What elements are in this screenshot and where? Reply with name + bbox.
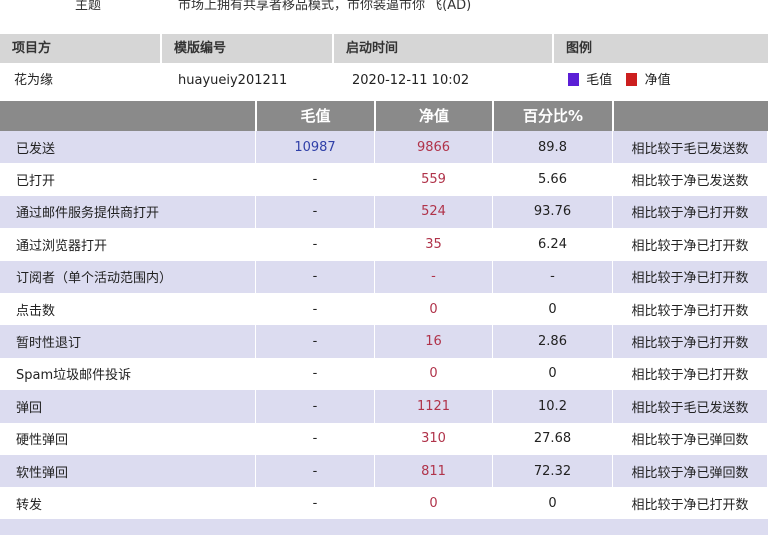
row-name: 转发	[0, 487, 256, 520]
header-template: 模版编号	[162, 34, 332, 63]
row-net: 1121	[375, 390, 493, 423]
row-note: 相比较于净已打开数	[613, 195, 768, 229]
row-net: 310	[375, 422, 493, 455]
legend-gross-label: 毛值	[586, 73, 613, 88]
row-gross: -	[256, 228, 375, 261]
row-percent: 6.24	[493, 228, 613, 261]
header-start-time: 启动时间	[334, 34, 552, 63]
row-note: 相比较于净已打开数	[613, 228, 768, 261]
row-percent: 10.2	[493, 390, 613, 423]
row-note: 相比较于净已打开数	[613, 325, 768, 358]
row-net: -	[375, 260, 493, 293]
table-row: 通过邮件服务提供商打开 -524 93.76 相比较于净已打开数	[0, 195, 768, 229]
row-percent: 0	[493, 357, 613, 391]
project-name: 花为缘	[14, 73, 54, 88]
row-note: 相比较于毛已发送数	[613, 390, 768, 423]
header-gross: 毛值	[257, 101, 374, 131]
row-percent: 5.66	[493, 163, 613, 196]
row-note: 相比较于净已发送数	[613, 163, 768, 196]
row-net: 811	[375, 455, 493, 488]
row-net: 9866	[375, 131, 493, 164]
row-name: 弹回	[0, 390, 256, 423]
subject-value: 市场上拥有共享者移品模式，市你装逼市你 飞(AD)	[178, 0, 472, 13]
row-net: 0	[375, 487, 493, 520]
row-name: 已打开	[0, 163, 256, 196]
row-note: 相比较于净已打开数	[613, 487, 768, 520]
table-row: 订阅者（单个活动范围内） - - - 相比较于净已打开数	[0, 260, 768, 293]
row-gross: 10987	[256, 131, 375, 164]
row-net: 0	[375, 293, 493, 326]
header-project: 项目方	[0, 34, 160, 63]
row-gross: -	[256, 260, 375, 293]
row-name: 暂时性退订	[0, 325, 256, 358]
row-gross: -	[256, 195, 375, 229]
row-gross: -	[256, 325, 375, 358]
row-gross: -	[256, 422, 375, 455]
template-id: huayueiy201211	[178, 73, 288, 88]
row-percent: 0	[493, 487, 613, 520]
row-name: 点击数	[0, 293, 256, 326]
table-row: 已发送 10987 9866 89.8 相比较于毛已发送数	[0, 131, 768, 164]
row-percent: 2.86	[493, 325, 613, 358]
table-row: 已打开 -559 5.66 相比较于净已发送数	[0, 163, 768, 196]
header-percent: 百分比%	[494, 101, 612, 131]
subject-label: 主题	[75, 0, 102, 13]
row-name: 订阅者（单个活动范围内）	[0, 260, 256, 293]
legend-gross-swatch	[568, 73, 579, 86]
campaign-header: 项目方 模版编号 启动时间 图例	[0, 34, 768, 63]
row-name: 硬性弹回	[0, 422, 256, 455]
row-percent: 93.76	[493, 195, 613, 229]
table-row: 弹回 -1121 10.2 相比较于毛已发送数	[0, 390, 768, 423]
start-time: 2020-12-11 10:02	[352, 73, 470, 88]
table-footer-strip	[0, 519, 768, 535]
row-net: 16	[375, 325, 493, 358]
table-row: 点击数 -0 0 相比较于净已打开数	[0, 293, 768, 326]
table-row: 暂时性退订 -16 2.86 相比较于净已打开数	[0, 325, 768, 358]
row-gross: -	[256, 390, 375, 423]
row-net: 0	[375, 357, 493, 391]
table-row: 转发 -0 0 相比较于净已打开数	[0, 487, 768, 520]
row-percent: 89.8	[493, 131, 613, 164]
table-row: 硬性弹回 -310 27.68 相比较于净已弹回数	[0, 422, 768, 455]
row-percent: 0	[493, 293, 613, 326]
legend: 毛值 净值	[554, 63, 768, 101]
row-percent: 72.32	[493, 455, 613, 488]
row-note: 相比较于净已弹回数	[613, 422, 768, 455]
stats-table-header: 毛值 净值 百分比%	[0, 101, 768, 131]
row-gross: -	[256, 487, 375, 520]
row-gross: -	[256, 293, 375, 326]
row-name: 已发送	[0, 131, 256, 164]
row-name: Spam垃圾邮件投诉	[0, 357, 256, 391]
row-percent: 27.68	[493, 422, 613, 455]
row-name: 软性弹回	[0, 455, 256, 488]
row-net: 35	[375, 228, 493, 261]
row-name: 通过邮件服务提供商打开	[0, 195, 256, 229]
row-gross: -	[256, 357, 375, 391]
legend-net-swatch	[626, 73, 638, 86]
row-note: 相比较于毛已发送数	[613, 131, 768, 164]
header-legend: 图例	[554, 34, 768, 63]
header-note	[614, 101, 768, 131]
row-note: 相比较于净已打开数	[613, 293, 768, 326]
row-name: 通过浏览器打开	[0, 228, 256, 261]
table-row: 通过浏览器打开 -35 6.24 相比较于净已打开数	[0, 228, 768, 261]
table-row: Spam垃圾邮件投诉 -0 0 相比较于净已打开数	[0, 357, 768, 391]
row-gross: -	[256, 163, 375, 196]
row-note: 相比较于净已打开数	[613, 260, 768, 293]
row-gross: -	[256, 455, 375, 488]
header-blank	[0, 101, 255, 131]
campaign-info: 花为缘 huayueiy201211 2020-12-11 10:02 毛值 净…	[0, 63, 768, 101]
header-net: 净值	[376, 101, 492, 131]
row-net: 559	[375, 163, 493, 196]
subject-row: 主题 市场上拥有共享者移品模式，市你装逼市你 飞(AD)	[0, 0, 768, 18]
row-note: 相比较于净已弹回数	[613, 455, 768, 488]
legend-net-label: 净值	[644, 73, 671, 88]
row-percent: -	[493, 260, 613, 293]
table-row: 软性弹回 -811 72.32 相比较于净已弹回数	[0, 455, 768, 488]
row-note: 相比较于净已打开数	[613, 357, 768, 391]
row-net: 524	[375, 195, 493, 229]
